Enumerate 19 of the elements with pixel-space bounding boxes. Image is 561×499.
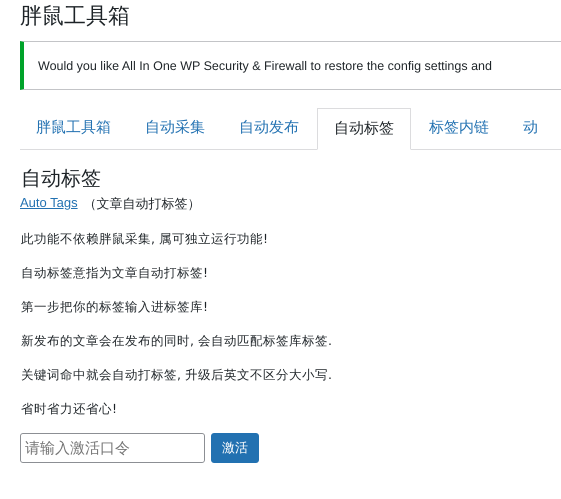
tab[interactable]: 胖鼠工具箱 [20,108,127,149]
tab[interactable]: 动 [507,108,554,149]
description-text: 此功能不依赖胖鼠采集, 属可独立运行功能! [21,231,269,247]
activation-code-field[interactable]: 请输入激活口令 [20,433,205,463]
tab[interactable]: 自动发布 [223,108,315,149]
description-text: 新发布的文章会在发布的同时, 会自动匹配标签库标签. [21,333,333,349]
activate-button[interactable]: 激活 [211,433,259,463]
description-text: 第一步把你的标签输入进标签库! [21,299,210,315]
description-text: 自动标签意指为文章自动打标签! [21,265,210,281]
page-title: 胖鼠工具箱 [20,3,131,31]
link-note: （文章自动打标签） [84,195,201,213]
description-text: 省时省力还省心! [21,401,118,417]
tab[interactable]: 标签内链 [413,108,505,149]
section-heading: 自动标签 [21,165,102,191]
tab[interactable]: 自动标签 [317,108,411,150]
notice-text: Would you like All In One WP Security & Firewall to restore the config settings and [38,58,492,72]
tab[interactable]: 自动采集 [129,108,221,149]
auto-tags-link[interactable]: Auto Tags [20,195,78,213]
description-text: 关键词命中就会自动打标签, 升级后英文不区分大小写. [21,367,333,383]
